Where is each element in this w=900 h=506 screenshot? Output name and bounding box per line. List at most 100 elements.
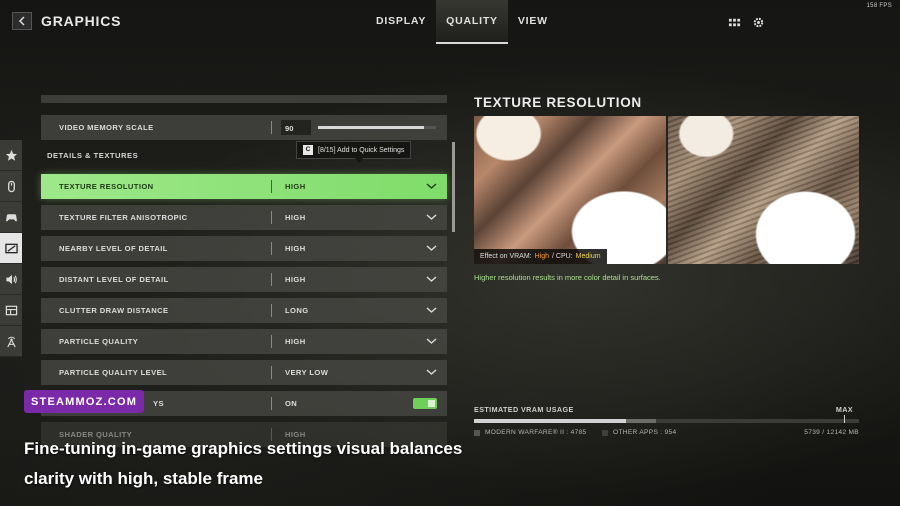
vram-effect-value: High	[534, 253, 550, 260]
controller-icon	[5, 213, 17, 221]
chevron-down-icon[interactable]	[426, 275, 437, 283]
setting-particle-quality[interactable]: PARTICLE QUALITY HIGH	[41, 329, 447, 354]
settings-row-cut	[41, 95, 447, 103]
setting-label: PARTICLE QUALITY	[59, 337, 139, 346]
watermark-badge: STEAMMOZ.COM	[24, 390, 145, 413]
grid-icon[interactable]	[727, 15, 741, 29]
section-title: DETAILS & TEXTURES	[47, 151, 139, 160]
vram-total: 5739 / 12142 MB	[804, 429, 859, 436]
setting-value: HIGH	[285, 275, 306, 284]
setting-value: HIGH	[285, 337, 306, 346]
back-button[interactable]	[12, 12, 32, 30]
caption-text: Fine-tuning in-game graphics settings vi…	[24, 439, 463, 488]
chevron-down-icon[interactable]	[426, 306, 437, 314]
row-divider	[271, 121, 272, 134]
vram-effect-tag: Effect on VRAM: High / CPU: Medium	[474, 249, 607, 264]
setting-label: CLUTTER DRAW DISTANCE	[59, 306, 169, 315]
row-divider	[271, 180, 272, 193]
cpu-effect-value: Medium	[575, 253, 601, 260]
back-arrow-icon	[18, 16, 25, 26]
legend-swatch-other	[602, 429, 608, 436]
setting-label: TEXTURE FILTER ANISOTROPIC	[59, 213, 188, 222]
rail-item-audio[interactable]	[0, 264, 22, 295]
screen-title: GRAPHICS	[41, 13, 122, 29]
chevron-down-icon[interactable]	[426, 182, 437, 190]
settings-scrollbar[interactable]	[452, 142, 455, 232]
video-memory-slider-fill	[318, 126, 425, 129]
preview-image-low: Effect on VRAM: High / CPU: Medium	[474, 116, 666, 264]
row-divider	[271, 211, 272, 224]
interface-icon	[5, 305, 17, 315]
setting-particle-quality-level[interactable]: PARTICLE QUALITY LEVEL VERY LOW	[41, 360, 447, 385]
legend-item-other: OTHER APPS : 954	[602, 429, 676, 436]
legend-item-game: MODERN WARFARE® II : 4785	[474, 429, 587, 436]
rail-item-network[interactable]	[0, 326, 22, 357]
video-memory-slider[interactable]	[318, 126, 436, 129]
section-header-details-textures: DETAILS & TEXTURES C [8/15] Add to Quick…	[41, 141, 447, 166]
setting-nearby-level-of-detail[interactable]: NEARBY LEVEL OF DETAIL HIGH	[41, 236, 447, 261]
rail-item-controller[interactable]	[0, 202, 22, 233]
setting-label: VIDEO MEMORY SCALE	[59, 123, 154, 132]
row-divider	[271, 366, 272, 379]
vram-usage-title: ESTIMATED VRAM USAGE	[474, 405, 574, 414]
row-divider	[271, 335, 272, 348]
tab-bar: DISPLAY QUALITY VIEW	[366, 0, 558, 44]
setting-value: VERY LOW	[285, 368, 329, 377]
on-off-toggle[interactable]	[413, 398, 437, 409]
vram-max-marker	[844, 415, 845, 423]
cpu-effect-prefix: / CPU:	[552, 253, 573, 260]
tab-quality[interactable]: QUALITY	[436, 0, 508, 44]
setting-value: HIGH	[285, 213, 306, 222]
rail-item-favorites[interactable]	[0, 140, 22, 171]
chevron-down-icon[interactable]	[426, 368, 437, 376]
setting-texture-filter-anisotropic[interactable]: TEXTURE FILTER ANISOTROPIC HIGH	[41, 205, 447, 230]
setting-texture-resolution[interactable]: TEXTURE RESOLUTION HIGH	[41, 174, 447, 199]
tab-view[interactable]: VIEW	[508, 0, 558, 44]
rail-item-mouse[interactable]	[0, 171, 22, 202]
setting-label: NEARBY LEVEL OF DETAIL	[59, 244, 168, 253]
chevron-down-icon[interactable]	[426, 213, 437, 221]
vram-usage-header: ESTIMATED VRAM USAGE MAX	[474, 405, 859, 417]
preview-image-high	[667, 116, 859, 264]
vram-max-label: MAX	[835, 405, 853, 414]
vram-bar-other-apps	[625, 419, 657, 423]
vram-usage-bar	[474, 415, 859, 423]
detail-title: TEXTURE RESOLUTION	[474, 95, 642, 110]
audio-icon	[5, 274, 17, 284]
quick-settings-text: [8/15] Add to Quick Settings	[318, 146, 405, 154]
gear-icon[interactable]	[751, 15, 765, 29]
star-icon	[5, 149, 17, 161]
setting-clutter-draw-distance[interactable]: CLUTTER DRAW DISTANCE LONG	[41, 298, 447, 323]
tab-display[interactable]: DISPLAY	[366, 0, 436, 44]
rail-item-interface[interactable]	[0, 295, 22, 326]
header-bar: GRAPHICS DISPLAY QUALITY VIEW	[0, 0, 900, 44]
row-divider	[271, 273, 272, 286]
legend-label-game: MODERN WARFARE® II : 4785	[485, 429, 587, 436]
legend-swatch-game	[474, 429, 480, 436]
setting-value: HIGH	[285, 182, 306, 191]
vram-effect-prefix: Effect on VRAM:	[480, 253, 532, 260]
detail-description: Higher resolution results in more color …	[474, 273, 661, 282]
chevron-down-icon[interactable]	[426, 337, 437, 345]
network-icon	[6, 336, 16, 347]
legend-label-other: OTHER APPS : 954	[613, 429, 677, 436]
row-divider	[271, 304, 272, 317]
setting-value: ON	[285, 399, 298, 408]
vram-usage-panel: ESTIMATED VRAM USAGE MAX MODERN WARFARE®…	[474, 405, 859, 441]
vram-legend: MODERN WARFARE® II : 4785 OTHER APPS : 9…	[474, 429, 859, 441]
quick-settings-tooltip: C [8/15] Add to Quick Settings	[296, 141, 412, 163]
vram-bar-game	[474, 419, 626, 423]
mouse-icon	[7, 180, 15, 192]
setting-label: DISTANT LEVEL OF DETAIL	[59, 275, 169, 284]
setting-label: PARTICLE QUALITY LEVEL	[59, 368, 168, 377]
chevron-down-icon[interactable]	[426, 244, 437, 252]
setting-label: YS	[153, 399, 164, 408]
video-memory-value[interactable]: 90	[281, 120, 311, 135]
setting-video-memory-scale[interactable]: VIDEO MEMORY SCALE 90	[41, 115, 447, 140]
setting-value: LONG	[285, 306, 309, 315]
rail-item-graphics[interactable]	[0, 233, 22, 264]
row-divider	[271, 397, 272, 410]
setting-distant-level-of-detail[interactable]: DISTANT LEVEL OF DETAIL HIGH	[41, 267, 447, 292]
category-rail	[0, 140, 22, 357]
graphics-icon	[4, 243, 18, 253]
